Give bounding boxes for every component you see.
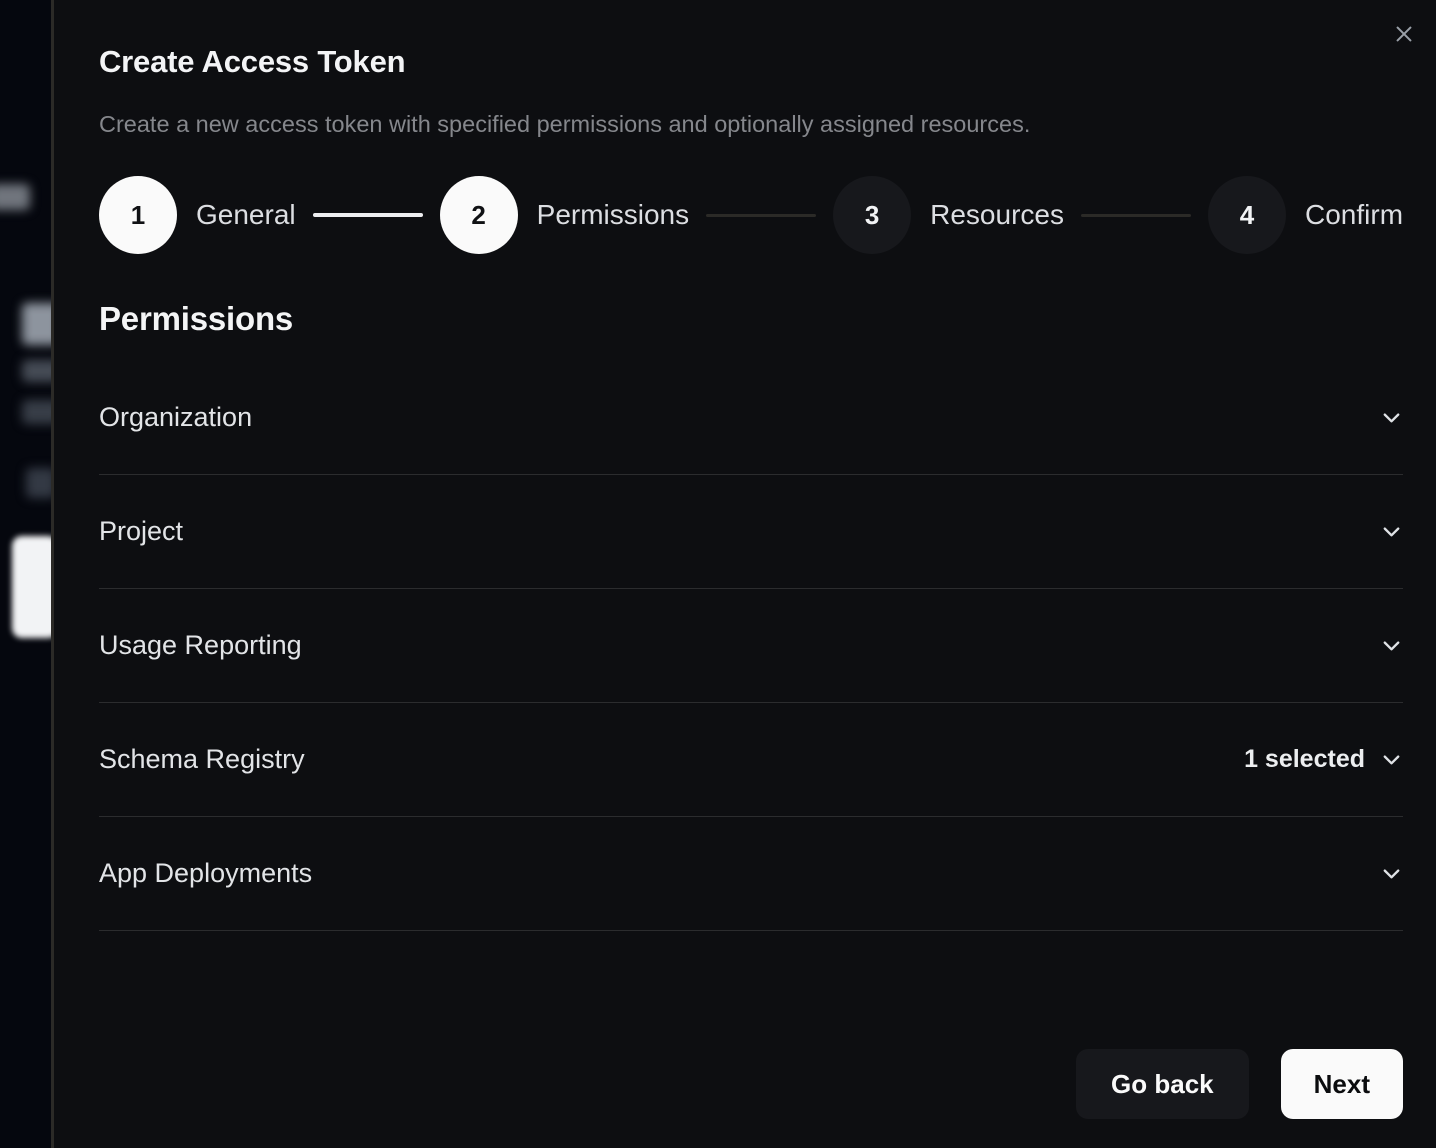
accordion-row-usage-reporting[interactable]: Usage Reporting	[99, 589, 1403, 703]
step-number-badge: 2	[440, 176, 518, 254]
step-label: General	[196, 199, 296, 231]
accordion-row-project[interactable]: Project	[99, 475, 1403, 589]
step-resources[interactable]: 3 Resources	[833, 176, 1064, 254]
step-connector	[313, 213, 423, 217]
dialog-subtitle: Create a new access token with specified…	[99, 110, 1403, 138]
accordion-row-schema-registry[interactable]: Schema Registry 1 selected	[99, 703, 1403, 817]
accordion-label: Schema Registry	[99, 744, 305, 775]
dialog-footer: Go back Next	[99, 1049, 1403, 1119]
step-confirm[interactable]: 4 Confirm	[1208, 176, 1403, 254]
next-button[interactable]: Next	[1281, 1049, 1403, 1119]
step-general[interactable]: 1 General	[99, 176, 296, 254]
app-root: Create Access Token Create a new access …	[0, 0, 1436, 1148]
close-button[interactable]	[1384, 14, 1424, 54]
accordion-label: Organization	[99, 402, 252, 433]
accordion-row-organization[interactable]: Organization	[99, 361, 1403, 475]
permissions-accordion: Organization Project Usage	[99, 361, 1403, 931]
go-back-button[interactable]: Go back	[1076, 1049, 1249, 1119]
backdrop-blurred-card	[12, 536, 54, 638]
dialog-title: Create Access Token	[99, 44, 1403, 80]
page-backdrop	[0, 0, 54, 1148]
wizard-stepper: 1 General 2 Permissions 3 Resources 4 Co…	[99, 176, 1403, 254]
step-label: Resources	[930, 199, 1064, 231]
chevron-down-icon	[1380, 520, 1403, 543]
step-number-badge: 3	[833, 176, 911, 254]
step-permissions[interactable]: 2 Permissions	[440, 176, 689, 254]
close-icon	[1393, 23, 1415, 45]
chevron-down-icon	[1380, 748, 1403, 771]
backdrop-blurred-item	[22, 303, 54, 345]
step-label: Confirm	[1305, 199, 1403, 231]
permissions-heading: Permissions	[99, 300, 1403, 338]
accordion-label: App Deployments	[99, 858, 312, 889]
step-number-badge: 1	[99, 176, 177, 254]
step-number-badge: 4	[1208, 176, 1286, 254]
accordion-label: Usage Reporting	[99, 630, 302, 661]
chevron-down-icon	[1380, 406, 1403, 429]
accordion-row-app-deployments[interactable]: App Deployments	[99, 817, 1403, 931]
create-access-token-dialog: Create Access Token Create a new access …	[54, 0, 1436, 1148]
backdrop-blurred-icon	[26, 468, 54, 498]
step-connector	[706, 214, 816, 217]
step-connector	[1081, 214, 1191, 217]
step-label: Permissions	[537, 199, 689, 231]
backdrop-blurred-line	[22, 400, 54, 424]
backdrop-blurred-line	[22, 360, 54, 382]
chevron-down-icon	[1380, 634, 1403, 657]
chevron-down-icon	[1380, 862, 1403, 885]
backdrop-blurred-text	[0, 184, 30, 210]
selected-count: 1 selected	[1244, 745, 1365, 774]
accordion-label: Project	[99, 516, 183, 547]
